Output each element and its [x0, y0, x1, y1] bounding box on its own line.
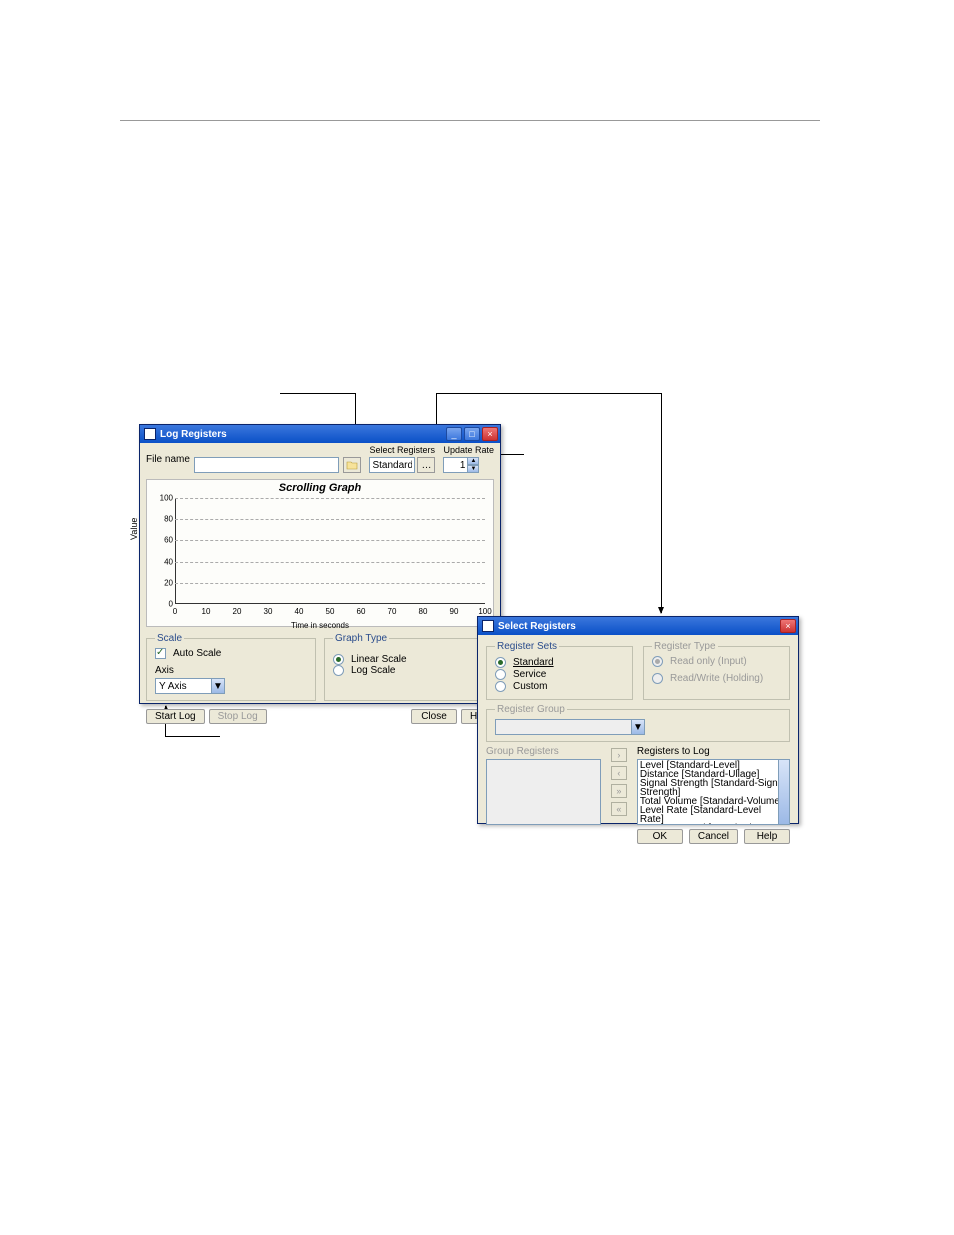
register-type-legend: Register Type [652, 641, 718, 652]
close-button[interactable]: × [482, 427, 498, 441]
arrow-to-select-window [661, 393, 662, 613]
scale-legend: Scale [155, 633, 184, 644]
radio-icon [652, 673, 663, 684]
list-item[interactable]: Signal Strength [Standard-Signal Strengt… [640, 779, 787, 797]
select-registers-label: Select Registers [369, 445, 435, 455]
register-group-fieldset: Register Group ▼ [486, 704, 790, 742]
minimize-button[interactable]: _ [446, 427, 462, 441]
folder-icon [346, 460, 358, 470]
select-titlebar[interactable]: Select Registers × [478, 617, 798, 635]
register-type-fieldset: Register Type Read only (Input) Read/Wri… [643, 641, 790, 700]
move-all-left-button: « [611, 802, 627, 816]
close-button[interactable]: × [780, 619, 796, 633]
read-write-label: Read/Write (Holding) [670, 673, 763, 684]
service-radio[interactable]: Service [495, 669, 624, 680]
custom-label: Custom [513, 681, 547, 692]
select-registers-button[interactable]: … [417, 457, 435, 473]
log-titlebar[interactable]: Log Registers _ □ × [140, 425, 500, 443]
list-item[interactable]: Interface Level [Standard-InterfaceLevel… [640, 824, 787, 825]
arrow-connector-1 [280, 393, 355, 394]
cancel-button[interactable]: Cancel [689, 829, 738, 844]
linear-scale-label: Linear Scale [351, 654, 407, 665]
filename-label: File name [146, 454, 192, 465]
register-sets-fieldset: Register Sets Standard Service Custom [486, 641, 633, 700]
read-only-radio: Read only (Input) [652, 656, 781, 667]
axis-combo[interactable]: Y Axis ▼ [155, 678, 225, 694]
radio-icon [495, 669, 506, 680]
read-only-label: Read only (Input) [670, 656, 747, 667]
log-title: Log Registers [160, 429, 446, 440]
radio-icon [333, 654, 344, 665]
maximize-button[interactable]: □ [464, 427, 480, 441]
log-scale-label: Log Scale [351, 665, 395, 676]
checkbox-icon [155, 648, 166, 659]
axis-combo-value: Y Axis [156, 681, 211, 692]
radio-icon [495, 657, 506, 668]
linear-scale-radio[interactable]: Linear Scale [333, 654, 485, 665]
horizontal-rule [120, 120, 820, 121]
group-registers-legend: Group Registers [486, 746, 601, 757]
registers-to-log-list[interactable]: Level [Standard-Level] Distance [Standar… [637, 759, 790, 825]
filename-input[interactable] [194, 457, 339, 473]
help-button[interactable]: Help [744, 829, 790, 844]
stop-log-button: Stop Log [209, 709, 267, 724]
scrollbar[interactable] [778, 760, 789, 824]
graph-type-fieldset: Graph Type Linear Scale Log Scale [324, 633, 494, 701]
spinner-up[interactable]: ▲ [467, 457, 479, 465]
auto-scale-checkbox[interactable]: Auto Scale [155, 648, 307, 659]
chevron-down-icon: ▼ [211, 679, 224, 693]
log-scale-radio[interactable]: Log Scale [333, 665, 485, 676]
select-registers-window: Select Registers × Register Sets Standar… [477, 616, 799, 824]
registers-to-log-legend: Registers to Log [637, 746, 790, 757]
app-icon [144, 428, 156, 440]
radio-icon [495, 681, 506, 692]
register-set-field [369, 457, 415, 473]
register-sets-legend: Register Sets [495, 641, 559, 652]
axis-label: Axis [155, 665, 307, 676]
standard-label: Standard [513, 657, 554, 668]
radio-icon [333, 665, 344, 676]
move-right-button: › [611, 748, 627, 762]
chevron-down-icon: ▼ [631, 720, 644, 734]
app-icon [482, 620, 494, 632]
close-dialog-button[interactable]: Close [411, 709, 457, 724]
y-axis-label: Value [129, 518, 139, 540]
graph-type-legend: Graph Type [333, 633, 389, 644]
x-axis-label: Time in seconds [147, 621, 493, 630]
radio-icon [652, 656, 663, 667]
arrow-connector-start [165, 736, 220, 737]
arrow-connector-2 [436, 393, 661, 394]
start-log-button[interactable]: Start Log [146, 709, 205, 724]
scale-fieldset: Scale Auto Scale Axis Y Axis ▼ [146, 633, 316, 701]
ok-button[interactable]: OK [637, 829, 683, 844]
move-left-button: ‹ [611, 766, 627, 780]
auto-scale-label: Auto Scale [173, 648, 221, 659]
standard-radio[interactable]: Standard [495, 657, 624, 668]
register-group-legend: Register Group [495, 704, 567, 715]
log-registers-window: Log Registers _ □ × File name Select Reg… [139, 424, 501, 704]
read-write-radio: Read/Write (Holding) [652, 673, 781, 684]
move-buttons: › ‹ » « [611, 746, 627, 844]
move-all-right-button: » [611, 784, 627, 798]
register-group-combo: ▼ [495, 719, 645, 735]
update-rate-input[interactable] [443, 457, 467, 473]
list-item[interactable]: Level Rate [Standard-Level Rate] [640, 806, 787, 824]
select-title: Select Registers [498, 621, 780, 632]
graph-title: Scrolling Graph [147, 482, 493, 494]
group-registers-list [486, 759, 601, 825]
custom-radio[interactable]: Custom [495, 681, 624, 692]
update-rate-label: Update Rate [443, 445, 494, 455]
service-label: Service [513, 669, 546, 680]
scrolling-graph: Scrolling Graph Value 0 20 40 60 80 100 [146, 479, 494, 627]
browse-button[interactable] [343, 457, 361, 473]
spinner-down[interactable]: ▼ [467, 465, 479, 473]
